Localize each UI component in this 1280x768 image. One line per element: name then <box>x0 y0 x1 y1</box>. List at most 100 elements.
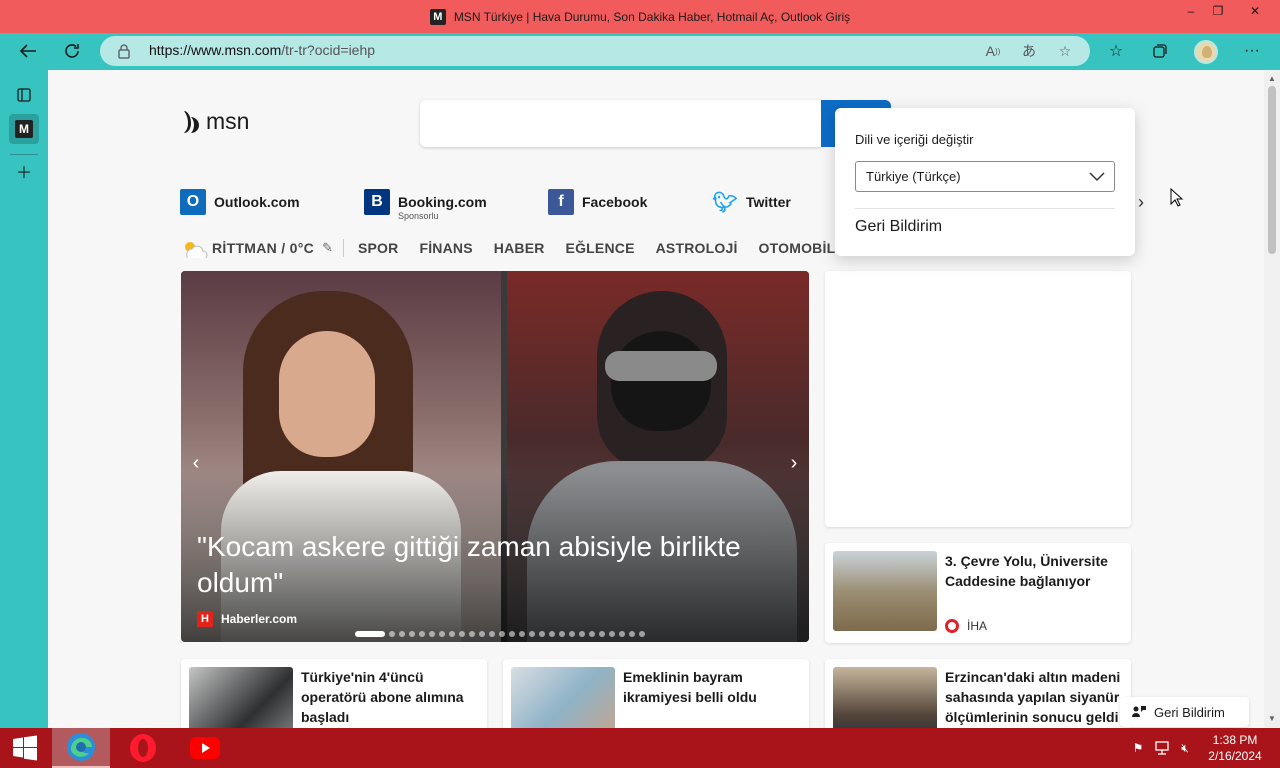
more-icon[interactable]: ··· <box>1237 37 1267 65</box>
quicklinks-next-icon[interactable]: › <box>1138 192 1144 213</box>
language-select-value: Türkiye (Türkçe) <box>866 169 961 184</box>
action-center-flag-icon[interactable]: ⚑ <box>1130 740 1146 756</box>
nav-spor[interactable]: SPOR <box>358 240 398 256</box>
nav-finans[interactable]: FİNANS <box>419 240 472 256</box>
carousel-dot[interactable] <box>599 631 605 637</box>
carousel-dot[interactable] <box>499 631 505 637</box>
window-title-area: M MSN Türkiye | Hava Durumu, Son Dakika … <box>0 0 1280 33</box>
taskbar: ⚑ 🔇︎ 1:38 PM 2/16/2024 <box>0 728 1280 768</box>
minimize-button[interactable]: – <box>1176 0 1206 22</box>
carousel-prev-icon[interactable]: ‹ <box>181 441 211 485</box>
carousel-dot[interactable] <box>389 631 395 637</box>
carousel-dot[interactable] <box>609 631 615 637</box>
quicklink-label: Facebook <box>582 194 648 210</box>
quicklink-outlook[interactable]: O Outlook.com <box>180 187 300 217</box>
nav-eglence[interactable]: EĞLENCE <box>566 240 635 256</box>
carousel-dot[interactable] <box>449 631 455 637</box>
language-select[interactable]: Türkiye (Türkçe) <box>855 161 1115 192</box>
search-input[interactable] <box>420 100 821 147</box>
carousel-dot[interactable] <box>549 631 555 637</box>
nav-astroloji[interactable]: ASTROLOJİ <box>656 240 738 256</box>
hero-carousel[interactable]: ‹ › "Kocam askere gittiği zaman abisiyle… <box>181 271 809 642</box>
carousel-dot[interactable] <box>489 631 495 637</box>
translate-icon[interactable]: あ <box>1018 41 1040 61</box>
new-tab-icon[interactable]: ＋ <box>9 156 39 186</box>
carousel-dot[interactable] <box>529 631 535 637</box>
collections-icon[interactable] <box>1145 37 1175 65</box>
carousel-dot[interactable] <box>509 631 515 637</box>
hero-headline[interactable]: "Kocam askere gittiği zaman abisiyle bir… <box>197 529 787 601</box>
news-title: 3. Çevre Yolu, Üniversite Caddesine bağl… <box>945 553 1108 589</box>
carousel-dot[interactable] <box>519 631 525 637</box>
profile-avatar[interactable] <box>1194 40 1218 64</box>
carousel-dot[interactable] <box>399 631 405 637</box>
carousel-dot[interactable] <box>629 631 635 637</box>
opera-icon[interactable] <box>114 728 172 768</box>
quicklink-booking[interactable]: B Booking.com Sponsorlu <box>364 187 487 221</box>
hero-source-label: Haberler.com <box>221 612 298 626</box>
add-favorite-icon[interactable]: ☆ <box>1054 41 1076 61</box>
popup-feedback-link[interactable]: Geri Bildirim <box>855 218 942 236</box>
carousel-dot[interactable] <box>559 631 565 637</box>
scroll-down-icon[interactable]: ▼ <box>1267 714 1277 724</box>
favorites-icon[interactable]: ☆ <box>1101 37 1131 65</box>
address-bar[interactable]: https://www.msn.com/tr-tr?ocid=iehp A)) … <box>100 36 1090 66</box>
quicklink-facebook[interactable]: f Facebook <box>548 187 647 217</box>
carousel-dot[interactable] <box>355 631 385 637</box>
carousel-dot[interactable] <box>579 631 585 637</box>
ad-placeholder <box>825 271 1131 527</box>
scroll-thumb[interactable] <box>1268 86 1276 254</box>
windows-start-icon[interactable] <box>0 728 50 768</box>
facebook-icon: f <box>548 189 574 215</box>
nav-otomobil[interactable]: OTOMOBİL <box>759 240 836 256</box>
carousel-dot[interactable] <box>569 631 575 637</box>
news-card[interactable]: 3. Çevre Yolu, Üniversite Caddesine bağl… <box>825 543 1131 643</box>
restore-button[interactable]: ❐ <box>1203 0 1233 22</box>
carousel-dot[interactable] <box>419 631 425 637</box>
back-arrow-icon <box>19 44 36 58</box>
refresh-button[interactable] <box>57 37 87 65</box>
weather-widget[interactable]: RİTTMAN / 0°C ✎ <box>180 238 333 258</box>
msn-tab[interactable]: M <box>9 114 39 144</box>
read-aloud-icon[interactable]: A)) <box>982 41 1004 61</box>
feedback-button[interactable]: Geri Bildirim <box>1120 697 1249 727</box>
msn-tab-favicon-icon: M <box>429 8 446 25</box>
carousel-dot[interactable] <box>619 631 625 637</box>
tab-actions-icon[interactable] <box>9 80 39 110</box>
news-thumbnail <box>833 551 937 631</box>
scroll-up-icon[interactable]: ▲ <box>1267 74 1277 84</box>
carousel-dot[interactable] <box>539 631 545 637</box>
edge-icon[interactable] <box>52 728 110 768</box>
system-clock[interactable]: 1:38 PM 2/16/2024 <box>1200 732 1270 764</box>
refresh-icon <box>65 44 79 58</box>
news-card[interactable]: Türkiye'nin 4'üncü operatörü abone alımı… <box>181 659 487 728</box>
nav-haber[interactable]: HABER <box>494 240 545 256</box>
news-source: İHA <box>945 619 987 633</box>
carousel-dot[interactable] <box>459 631 465 637</box>
twitter-icon: 🐦︎ <box>712 191 738 214</box>
window-title: MSN Türkiye | Hava Durumu, Son Dakika Ha… <box>453 9 851 24</box>
back-button[interactable] <box>13 37 43 65</box>
carousel-dot[interactable] <box>479 631 485 637</box>
news-card[interactable]: Erzincan'daki altın madeni sahasında yap… <box>825 659 1131 728</box>
hero-source: H Haberler.com <box>197 611 297 627</box>
carousel-dot[interactable] <box>439 631 445 637</box>
quicklink-twitter[interactable]: 🐦︎ Twitter <box>712 187 791 217</box>
carousel-dot[interactable] <box>409 631 415 637</box>
msn-logo[interactable]: msn <box>180 108 249 135</box>
carousel-dot[interactable] <box>469 631 475 637</box>
language-popup: Dili ve içeriği değiştir Türkiye (Türkçe… <box>835 108 1135 256</box>
carousel-next-icon[interactable]: › <box>779 441 809 485</box>
network-icon[interactable] <box>1154 740 1170 756</box>
vertical-scrollbar[interactable]: ▲ ▼ <box>1264 70 1280 728</box>
close-button[interactable]: ✕ <box>1240 0 1270 22</box>
edit-pencil-icon[interactable]: ✎ <box>322 240 333 256</box>
volume-muted-icon[interactable]: 🔇︎ <box>1177 740 1193 756</box>
carousel-dot[interactable] <box>589 631 595 637</box>
news-card[interactable]: Emeklinin bayram ikramiyesi belli oldu <box>503 659 809 728</box>
carousel-dot[interactable] <box>639 631 645 637</box>
url-text[interactable]: https://www.msn.com/tr-tr?ocid=iehp <box>149 42 375 58</box>
carousel-dot[interactable] <box>429 631 435 637</box>
youtube-icon[interactable] <box>176 728 234 768</box>
news-title: Erzincan'daki altın madeni sahasında yap… <box>945 669 1121 725</box>
